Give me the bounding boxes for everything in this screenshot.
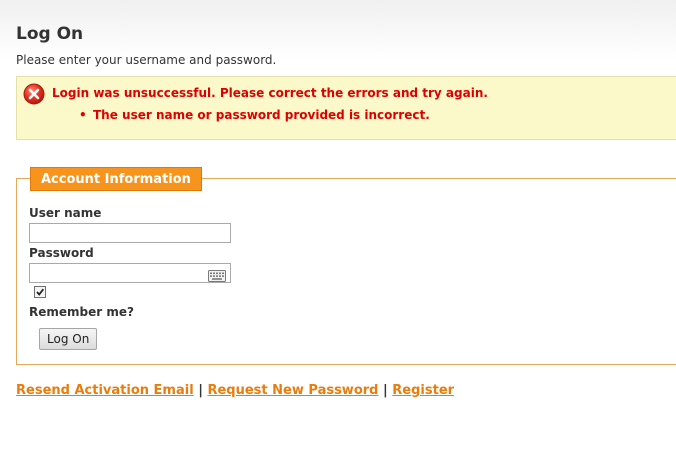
remember-me-label: Remember me? (29, 305, 134, 319)
log-on-button[interactable]: Log On (39, 328, 98, 350)
account-links: Resend Activation Email | Request New Pa… (16, 383, 454, 398)
bullet-icon: • (79, 108, 87, 122)
error-summary-text: Login was unsuccessful. Please correct t… (52, 86, 488, 100)
error-message: The user name or password provided is in… (93, 108, 430, 122)
username-input[interactable] (29, 223, 231, 243)
register-link[interactable]: Register (392, 383, 454, 398)
error-x-circle-icon (23, 83, 45, 105)
account-information-fieldset: Account Information User name Password R… (16, 167, 676, 365)
username-label: User name (29, 206, 102, 220)
error-list: • The user name or password provided is i… (79, 108, 430, 122)
request-new-password-link[interactable]: Request New Password (207, 383, 378, 398)
password-label: Password (29, 246, 94, 260)
resend-activation-email-link[interactable]: Resend Activation Email (16, 383, 194, 398)
link-separator: | (198, 383, 203, 398)
remember-me-checkbox[interactable] (34, 286, 46, 298)
page-title: Log On (16, 24, 84, 44)
link-separator: | (383, 383, 388, 398)
page-subtitle: Please enter your username and password. (16, 53, 277, 67)
checkmark-icon (36, 288, 45, 296)
validation-summary: Login was unsuccessful. Please correct t… (16, 76, 676, 140)
keyboard-icon[interactable] (208, 267, 226, 282)
fieldset-legend: Account Information (30, 167, 202, 191)
error-list-item: • The user name or password provided is i… (79, 108, 430, 122)
password-input[interactable] (29, 263, 231, 283)
